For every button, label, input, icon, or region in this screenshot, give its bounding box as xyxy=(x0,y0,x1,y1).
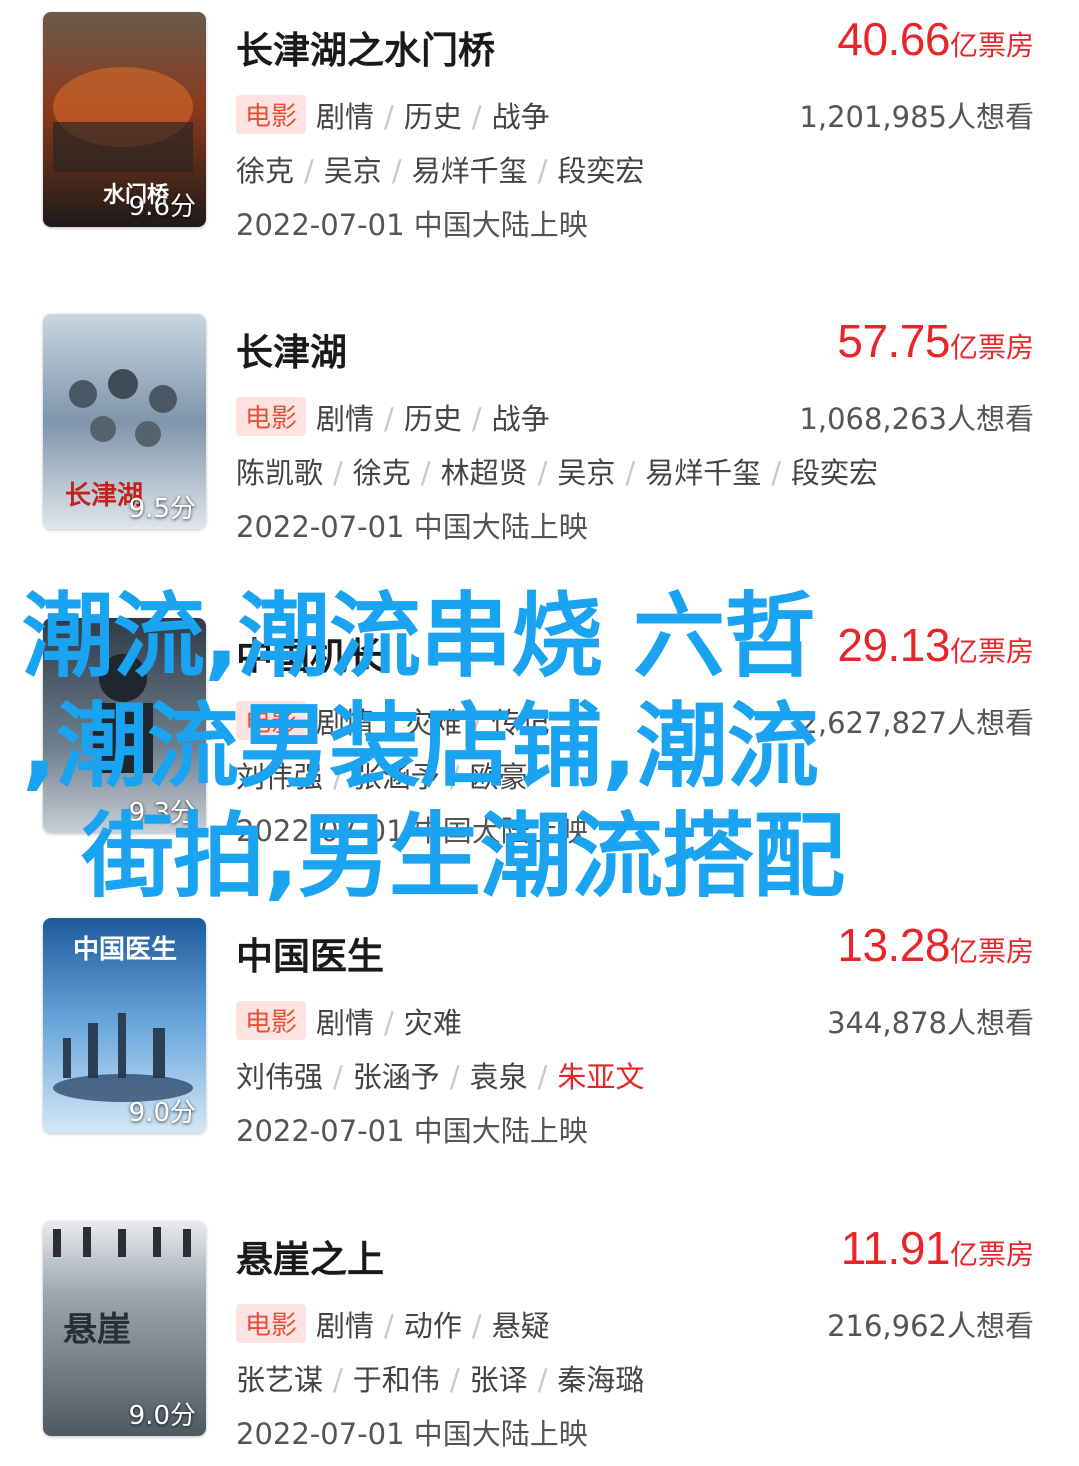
genre: 剧情 xyxy=(316,402,375,436)
movie-item-5[interactable]: 悬崖 9.0分 悬崖之上 11.91亿票房 电影 剧情 / 动作 / 悬疑 216,962… xyxy=(0,1221,1079,1461)
box-office: 11.91亿票房 xyxy=(841,1221,1034,1275)
cast-row: 陈凯歌 / 徐克 / 林超贤 / 吴京 / 易烊千玺 / 段奕宏 xyxy=(236,456,878,490)
genre-row: 电影 剧情 / 动作 / 悬疑 xyxy=(236,1303,550,1345)
box-office: 13.28亿票房 xyxy=(837,918,1034,972)
release-info: 2022-07-01 中国大陆上映 xyxy=(236,1417,588,1451)
cast-member: 易烊千玺 xyxy=(411,154,528,188)
movie-item-4[interactable]: 中国医生 9.0分 中国医生 13.28亿票房 电影 剧情 / 灾难 344,878人… xyxy=(0,918,1079,1158)
rating-score: 9.5分 xyxy=(128,494,196,524)
cast-member: 徐克 xyxy=(352,456,411,490)
genre: 历史 xyxy=(403,100,462,134)
box-office-value: 57.75 xyxy=(837,315,950,367)
cast-member: 刘伟强 xyxy=(236,1060,324,1094)
genre: 悬疑 xyxy=(491,1309,550,1343)
cast-row: 徐克 / 吴京 / 易烊千玺 / 段奕宏 xyxy=(236,154,645,188)
cast-member: 张艺谋 xyxy=(236,1363,324,1397)
cast-member-highlighted: 朱亚文 xyxy=(557,1060,645,1094)
type-tag: 电影 xyxy=(236,1304,307,1343)
rating-score: 9.0分 xyxy=(128,1098,196,1128)
movie-title[interactable]: 长津湖之水门桥 xyxy=(236,20,495,74)
box-office: 40.66亿票房 xyxy=(837,12,1034,66)
type-tag: 电影 xyxy=(236,397,307,436)
cast-member: 张涵予 xyxy=(352,1060,440,1094)
cast-member: 林超贤 xyxy=(440,456,528,490)
movie-item-2[interactable]: 长津湖 9.5分 长津湖 57.75亿票房 电影 剧情 / 历史 / 战争 1,068,2… xyxy=(0,314,1079,554)
genre: 战争 xyxy=(491,402,550,436)
type-tag: 电影 xyxy=(236,1001,307,1040)
genre-row: 电影 剧情 / 历史 / 战争 xyxy=(236,94,550,136)
cast-member: 于和伟 xyxy=(352,1363,440,1397)
want-to-see-count: 344,878人想看 xyxy=(827,1006,1034,1040)
genre: 战争 xyxy=(491,100,550,134)
genre: 剧情 xyxy=(316,100,375,134)
box-office-unit: 亿票房 xyxy=(949,1238,1034,1271)
cast-member: 张译 xyxy=(469,1363,528,1397)
release-info: 2022-07-01 中国大陆上映 xyxy=(236,208,588,242)
movie-title[interactable]: 长津湖 xyxy=(236,322,347,376)
cast-row: 刘伟强 / 张涵予 / 袁泉 / 朱亚文 xyxy=(236,1060,645,1094)
cast-member: 段奕宏 xyxy=(790,456,878,490)
box-office-value: 13.28 xyxy=(837,919,950,971)
movie-item-1[interactable]: 水门桥 9.6分 长津湖之水门桥 40.66亿票房 电影 剧情 / 历史 / 战争 1,2… xyxy=(0,12,1079,252)
movie-poster[interactable]: 长津湖 9.5分 xyxy=(43,314,206,529)
genre: 动作 xyxy=(403,1309,462,1343)
overlay-line: 街拍,男生潮流搭配 xyxy=(82,803,845,910)
box-office: 57.75亿票房 xyxy=(837,314,1034,368)
overlay-line: 潮流,潮流串烧 六哲 xyxy=(22,583,816,690)
genre-row: 电影 剧情 / 灾难 xyxy=(236,1000,462,1042)
cast-member: 袁泉 xyxy=(469,1060,528,1094)
box-office-unit: 亿票房 xyxy=(949,29,1034,62)
movie-poster[interactable]: 中国医生 9.0分 xyxy=(43,918,206,1133)
cast-member: 吴京 xyxy=(557,456,616,490)
box-office-unit: 亿票房 xyxy=(949,331,1034,364)
box-office-value: 40.66 xyxy=(837,13,950,65)
svg-text:悬崖: 悬崖 xyxy=(63,1310,131,1350)
type-tag: 电影 xyxy=(236,95,307,134)
movie-title[interactable]: 中国医生 xyxy=(236,926,384,980)
genre-row: 电影 剧情 / 历史 / 战争 xyxy=(236,396,550,438)
want-to-see-count: 216,962人想看 xyxy=(827,1309,1034,1343)
cast-member: 秦海璐 xyxy=(557,1363,645,1397)
cast-member: 吴京 xyxy=(323,154,382,188)
want-to-see-count: 1,068,263人想看 xyxy=(799,402,1034,436)
genre: 剧情 xyxy=(316,1309,375,1343)
box-office-value: 11.91 xyxy=(840,1222,951,1274)
cast-member: 徐克 xyxy=(236,154,295,188)
release-info: 2022-07-01 中国大陆上映 xyxy=(236,1114,588,1148)
release-info: 2022-07-01 中国大陆上映 xyxy=(236,510,588,544)
svg-text:中国医生: 中国医生 xyxy=(73,935,177,965)
movie-poster[interactable]: 水门桥 9.6分 xyxy=(43,12,206,227)
rating-score: 9.0分 xyxy=(128,1401,196,1431)
genre: 历史 xyxy=(403,402,462,436)
box-office-unit: 亿票房 xyxy=(949,935,1034,968)
overlay-caption: 潮流,潮流串烧 六哲 ,潮流男装店铺,潮流 街拍,男生潮流搭配 xyxy=(22,582,952,912)
genre: 灾难 xyxy=(403,1006,462,1040)
cast-row: 张艺谋 / 于和伟 / 张译 / 秦海璐 xyxy=(236,1363,645,1397)
movie-title[interactable]: 悬崖之上 xyxy=(236,1229,384,1283)
want-to-see-count: 1,201,985人想看 xyxy=(799,100,1034,134)
genre: 剧情 xyxy=(316,1006,375,1040)
cast-member: 段奕宏 xyxy=(557,154,645,188)
rating-score: 9.6分 xyxy=(128,192,196,222)
cast-member: 陈凯歌 xyxy=(236,456,324,490)
box-office-unit: 亿票房 xyxy=(949,635,1034,668)
cast-member: 易烊千玺 xyxy=(645,456,762,490)
overlay-line: ,潮流男装店铺,潮流 xyxy=(22,693,819,800)
movie-poster[interactable]: 悬崖 9.0分 xyxy=(43,1221,206,1436)
